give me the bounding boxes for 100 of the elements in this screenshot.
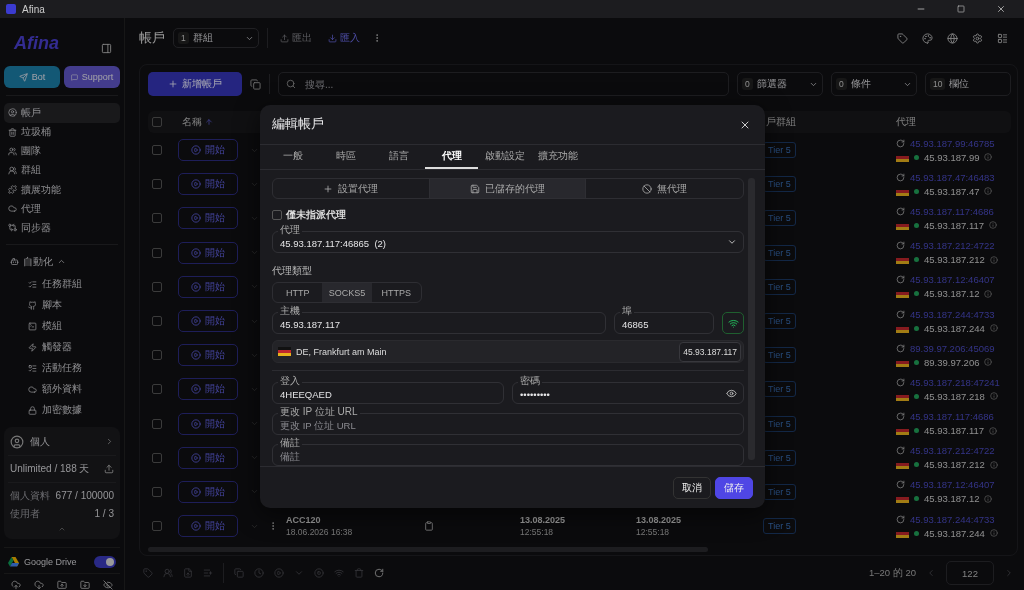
cancel-button[interactable]: 取消 (673, 476, 711, 499)
refresh-icon[interactable] (896, 275, 905, 285)
trash-icon[interactable] (354, 568, 364, 578)
layout-icon[interactable] (997, 32, 1008, 44)
users-icon[interactable] (163, 568, 173, 578)
row-checkbox[interactable] (152, 316, 162, 327)
refresh-icon[interactable] (896, 241, 905, 251)
refresh-icon[interactable] (374, 568, 384, 578)
globe-icon[interactable] (947, 32, 958, 44)
prev-page-icon[interactable] (926, 568, 936, 578)
group-select[interactable]: 1 群組 (173, 28, 259, 48)
column-header[interactable]: 代理 (896, 115, 1011, 129)
info-icon[interactable] (984, 358, 993, 367)
copy-icon[interactable] (250, 78, 261, 90)
chevron-up-icon[interactable] (58, 525, 66, 533)
info-icon[interactable] (989, 324, 998, 333)
sidebar-toggle-icon[interactable] (101, 43, 112, 55)
proxy-type-option[interactable]: HTTPS (371, 283, 421, 303)
filter-select[interactable]: 0 篩選器 (737, 72, 823, 96)
nav-item[interactable]: 團隊 (4, 141, 120, 161)
nav-item[interactable]: 額外資料 (4, 378, 120, 400)
checkbox[interactable] (272, 210, 282, 221)
copy-icon[interactable] (234, 568, 244, 578)
page-size-field[interactable]: 122 (946, 561, 994, 585)
stop-icon[interactable] (314, 568, 324, 578)
refresh-icon[interactable] (896, 480, 905, 490)
chevron-right-icon[interactable] (105, 437, 114, 447)
nav-item[interactable]: 活動任務 (4, 357, 120, 379)
folder-upload-icon[interactable] (56, 580, 67, 590)
settings-icon[interactable] (972, 32, 983, 44)
refresh-icon[interactable] (896, 309, 905, 319)
close-icon[interactable] (996, 4, 1006, 14)
nav-item[interactable]: 垃圾桶 (4, 122, 120, 142)
row-checkbox[interactable] (152, 350, 162, 361)
nav-item[interactable]: 代理 (4, 199, 120, 219)
bot-button[interactable]: Bot (4, 66, 60, 89)
tab[interactable]: 代理 (425, 145, 478, 169)
info-icon[interactable] (989, 392, 998, 401)
refresh-icon[interactable] (896, 343, 905, 353)
tag-icon[interactable] (897, 32, 908, 44)
upload-icon[interactable] (104, 464, 114, 474)
tab[interactable]: 時區 (319, 145, 372, 169)
refresh-icon[interactable] (896, 172, 905, 182)
drive-toggle[interactable] (94, 556, 116, 568)
nav-item[interactable]: 任務群組 (4, 273, 120, 295)
proxy-type-option[interactable]: HTTP (273, 283, 323, 303)
column-header[interactable]: 戶群組 (766, 115, 896, 129)
maximize-icon[interactable] (957, 5, 965, 13)
row-checkbox[interactable] (152, 521, 162, 532)
play-icon[interactable] (274, 568, 284, 578)
check-proxy-button[interactable] (722, 312, 744, 335)
folder-download-icon[interactable] (80, 580, 91, 590)
proxy-mode-tab[interactable]: 已儲存的代理 (429, 179, 587, 199)
next-page-icon[interactable] (1004, 568, 1014, 578)
row-checkbox[interactable] (152, 213, 162, 224)
clock-icon[interactable] (254, 568, 264, 578)
refresh-icon[interactable] (896, 377, 905, 387)
row-checkbox[interactable] (152, 418, 162, 429)
list-icon[interactable] (203, 568, 213, 578)
save-button[interactable]: 儲存 (715, 476, 753, 499)
clipboard-icon[interactable] (424, 521, 434, 532)
cloud-download-icon[interactable] (33, 580, 44, 590)
refresh-icon[interactable] (896, 412, 905, 422)
eye-icon[interactable] (726, 388, 737, 399)
palette-icon[interactable] (922, 32, 933, 44)
row-checkbox[interactable] (152, 247, 162, 258)
row-checkbox[interactable] (152, 452, 162, 463)
row-checkbox[interactable] (152, 384, 162, 395)
filter-select[interactable]: 10 欄位 (925, 72, 1011, 96)
filter-select[interactable]: 0 條件 (831, 72, 917, 96)
support-button[interactable]: Support (64, 66, 120, 89)
nav-item[interactable]: 同步器 (4, 218, 120, 238)
info-icon[interactable] (989, 460, 998, 469)
info-icon[interactable] (989, 426, 998, 435)
chevron-down-icon[interactable] (294, 568, 304, 578)
proxy-mode-tab[interactable]: 設置代理 (273, 179, 430, 199)
row-checkbox[interactable] (152, 145, 162, 156)
nav-item[interactable]: 群組 (4, 160, 120, 180)
tab[interactable]: 啟動設定 (478, 145, 531, 169)
tab[interactable]: 語言 (372, 145, 425, 169)
refresh-icon[interactable] (896, 206, 905, 216)
refresh-icon[interactable] (896, 138, 905, 148)
proxy-type-option[interactable]: SOCKS5 (322, 283, 372, 303)
eye-off-icon[interactable] (103, 580, 114, 590)
tab[interactable]: 一般 (266, 145, 319, 169)
column-header[interactable]: 名稱 (178, 115, 250, 129)
row-checkbox[interactable] (152, 281, 162, 292)
info-icon[interactable] (984, 187, 993, 196)
info-icon[interactable] (989, 529, 998, 538)
search-field[interactable]: 搜尋... (278, 72, 729, 96)
select-all-checkbox[interactable] (152, 117, 162, 127)
nav-item[interactable]: 帳戶 (4, 103, 120, 123)
wifi-icon[interactable] (334, 568, 344, 578)
row-checkbox[interactable] (152, 486, 162, 497)
info-icon[interactable] (989, 221, 998, 230)
refresh-icon[interactable] (896, 446, 905, 456)
nav-item[interactable]: 模組 (4, 315, 120, 337)
info-icon[interactable] (984, 153, 993, 162)
refresh-icon[interactable] (896, 514, 905, 524)
info-icon[interactable] (984, 494, 993, 503)
